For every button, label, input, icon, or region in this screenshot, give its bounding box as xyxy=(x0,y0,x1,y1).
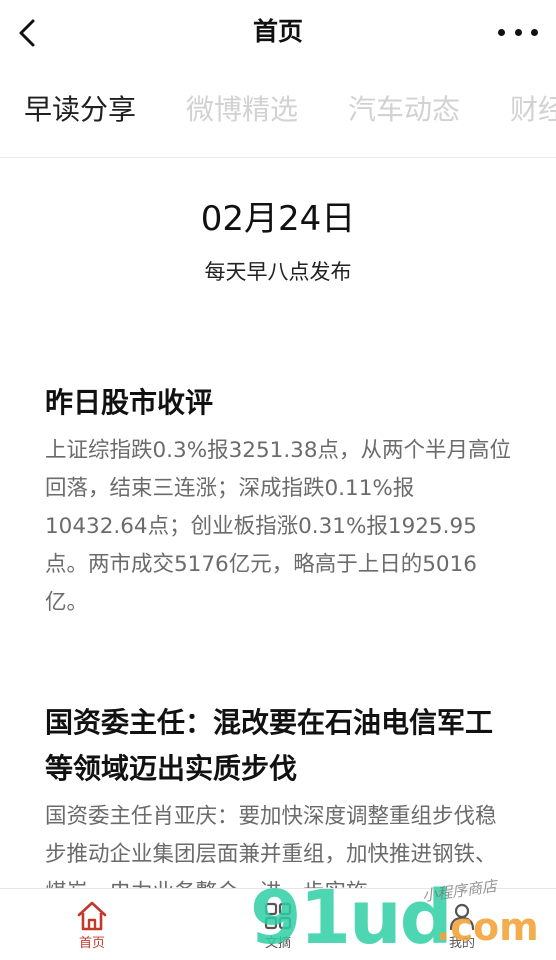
article-title: 昨日股市收评 xyxy=(45,386,214,419)
tabbar-item-digest[interactable]: 文摘 xyxy=(228,899,328,953)
issue-date: 02月24日 xyxy=(200,199,356,239)
tab-weibo-picks[interactable]: 微博精选 xyxy=(186,90,298,130)
tabbar-label: 文摘 xyxy=(264,936,291,951)
category-tabs: 早读分享 微博精选 汽车动态 财经 xyxy=(0,78,556,148)
page-title: 首页 xyxy=(252,17,303,46)
navigation-bar: 首页 xyxy=(0,0,556,66)
tab-morning-reading[interactable]: 早读分享 xyxy=(24,90,136,130)
tabbar-item-home[interactable]: 首页 xyxy=(42,899,142,953)
tabbar-label: 我的 xyxy=(448,936,475,951)
user-icon xyxy=(449,903,475,931)
article-body: 上证综指跌0.3%报3251.38点，从两个半月高位回落，结束三连涨；深成指跌0… xyxy=(45,438,512,615)
more-dots-icon[interactable] xyxy=(498,22,538,42)
article-card[interactable]: 昨日股市收评 上证综指跌0.3%报3251.38点，从两个半月高位回落，结束三连… xyxy=(45,380,515,622)
article-title: 国资委主任：混改要在石油电信军工等领域迈出实质步伐 xyxy=(45,706,494,785)
bottom-tab-bar: 首页 文摘 我的 xyxy=(0,888,556,960)
grid-icon xyxy=(264,902,292,930)
article-card[interactable]: 国资委主任：混改要在石油电信军工等领域迈出实质步伐 国资委主任肖亚庆：要加快深度… xyxy=(45,700,515,912)
home-icon xyxy=(77,901,107,931)
tabbar-label: 首页 xyxy=(78,936,105,951)
app-screen: 首页 早读分享 微博精选 汽车动态 财经 02月24日 每天早八点发布 昨日股市… xyxy=(0,0,556,960)
tab-auto-news[interactable]: 汽车动态 xyxy=(348,90,460,130)
publish-schedule: 每天早八点发布 xyxy=(204,260,352,284)
tabbar-item-profile[interactable]: 我的 xyxy=(412,899,512,953)
tabs-divider xyxy=(0,157,556,158)
tab-finance[interactable]: 财经 xyxy=(510,90,556,130)
